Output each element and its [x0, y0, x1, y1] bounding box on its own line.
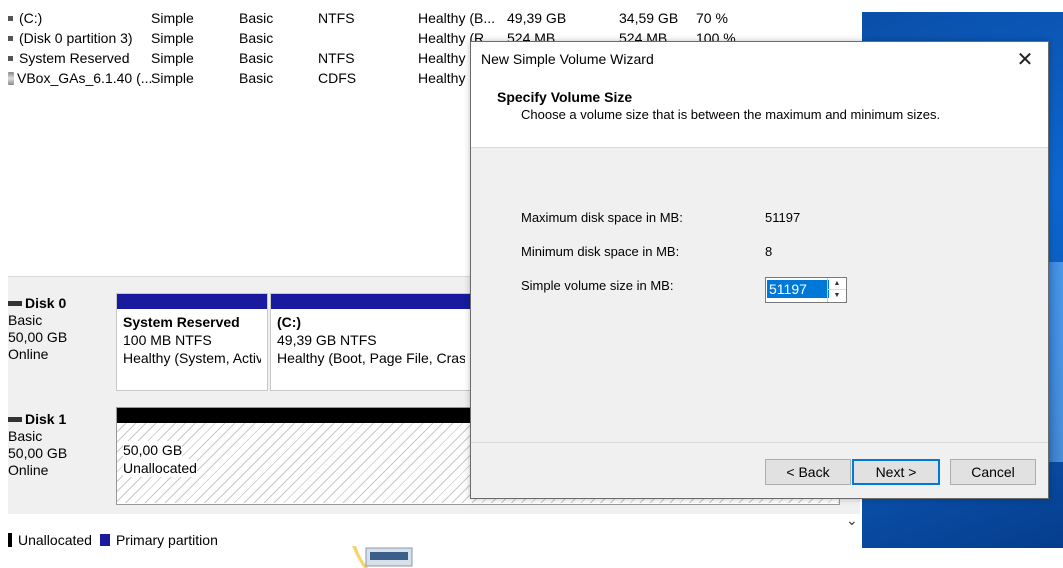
wizard-title-bar: New Simple Volume Wizard ✕: [471, 42, 1048, 77]
next-button[interactable]: Next >: [852, 459, 940, 485]
partition-size: 50,00 GB: [123, 441, 183, 459]
legend-primary: Primary partition: [115, 532, 218, 548]
cd-icon: [8, 72, 14, 85]
partition-status: Unallocated: [123, 459, 197, 477]
wizard-subheading: Choose a volume size that is between the…: [521, 107, 941, 122]
disk-state: Online: [8, 346, 49, 362]
volume-status: Healthy (B...: [418, 10, 496, 26]
spin-down-icon[interactable]: ▼: [828, 290, 846, 301]
disk-icon: [8, 417, 22, 422]
volume-size-label: Simple volume size in MB:: [521, 278, 674, 293]
volume-name: (Disk 0 partition 3): [19, 30, 133, 46]
cancel-button[interactable]: Cancel: [950, 459, 1036, 485]
volume-free: 34,59 GB: [619, 10, 679, 26]
volume-size-input[interactable]: [767, 280, 829, 298]
disk-name: Disk 1: [25, 411, 67, 427]
primary-swatch: [99, 534, 110, 546]
volume-capacity: 49,39 GB: [507, 10, 567, 26]
max-space-value: 51197: [765, 210, 801, 225]
partition-legend: Unallocated Primary partition: [8, 530, 218, 550]
disk-0-label[interactable]: Disk 0 Basic 50,00 GB Online: [8, 295, 112, 399]
volume-name: VBox_GAs_6.1.40 (...: [17, 70, 153, 86]
partition-name: (C:): [277, 314, 302, 330]
volume-layout: Simple: [151, 50, 194, 66]
disk-size: 50,00 GB: [8, 329, 68, 345]
disk-state: Online: [8, 462, 49, 478]
volume-layout: Simple: [151, 30, 194, 46]
partition-system-reserved[interactable]: System Reserved 100 MB NTFS Healthy (Sys…: [116, 293, 268, 391]
min-space-value: 8: [765, 244, 773, 259]
volume-icon: [8, 35, 13, 41]
volume-icon: [8, 15, 13, 21]
volume-icon: [8, 55, 13, 61]
wizard-heading: Specify Volume Size: [497, 89, 633, 105]
taskbar-app-icon[interactable]: [352, 544, 414, 568]
volume-fs: NTFS: [318, 10, 355, 26]
partition-c[interactable]: (C:) 49,39 GB NTFS Healthy (Boot, Page F…: [270, 293, 472, 391]
wizard-header: Specify Volume Size Choose a volume size…: [471, 77, 1048, 148]
volume-name: System Reserved: [19, 50, 130, 66]
new-simple-volume-wizard: New Simple Volume Wizard ✕ Specify Volum…: [470, 41, 1049, 499]
volume-layout: Simple: [151, 10, 194, 26]
disk-type: Basic: [8, 428, 43, 444]
volume-type: Basic: [239, 50, 274, 66]
spin-up-icon[interactable]: ▲: [828, 278, 846, 290]
legend-unallocated: Unallocated: [18, 532, 92, 548]
volume-status: Healthy: [418, 50, 466, 66]
chevron-down-icon[interactable]: ⌄: [846, 512, 858, 529]
back-button[interactable]: < Back: [765, 459, 851, 485]
volume-layout: Simple: [151, 70, 194, 86]
disk-name: Disk 0: [25, 295, 67, 311]
partition-status: Healthy (Boot, Page File, Crash: [277, 350, 465, 366]
unallocated-swatch: [8, 533, 12, 547]
wizard-separator: [471, 442, 1048, 443]
volume-size-stepper: ▲ ▼: [765, 277, 847, 303]
partition-info: 49,39 GB NTFS: [277, 332, 377, 348]
volume-fs: NTFS: [318, 50, 355, 66]
partition-bar: [271, 294, 471, 309]
partition-status: Healthy (System, Activ: [123, 350, 261, 366]
volume-type: Basic: [239, 10, 274, 26]
volume-name: (C:): [19, 10, 43, 26]
volume-status: Healthy: [418, 70, 466, 86]
wizard-title: New Simple Volume Wizard: [481, 51, 654, 67]
volume-pct: 70 %: [696, 10, 728, 26]
disk-type: Basic: [8, 312, 43, 328]
disk-size: 50,00 GB: [8, 445, 68, 461]
max-space-label: Maximum disk space in MB:: [521, 210, 683, 225]
min-space-label: Minimum disk space in MB:: [521, 244, 680, 259]
disk-icon: [8, 301, 22, 306]
disk-1-label[interactable]: Disk 1 Basic 50,00 GB Online: [8, 411, 112, 511]
volume-type: Basic: [239, 70, 274, 86]
close-icon[interactable]: ✕: [1010, 46, 1040, 74]
partition-name: System Reserved: [123, 314, 240, 330]
partition-info: 100 MB NTFS: [123, 332, 212, 348]
partition-bar: [117, 294, 267, 309]
volume-type: Basic: [239, 30, 274, 46]
volume-fs: CDFS: [318, 70, 357, 86]
